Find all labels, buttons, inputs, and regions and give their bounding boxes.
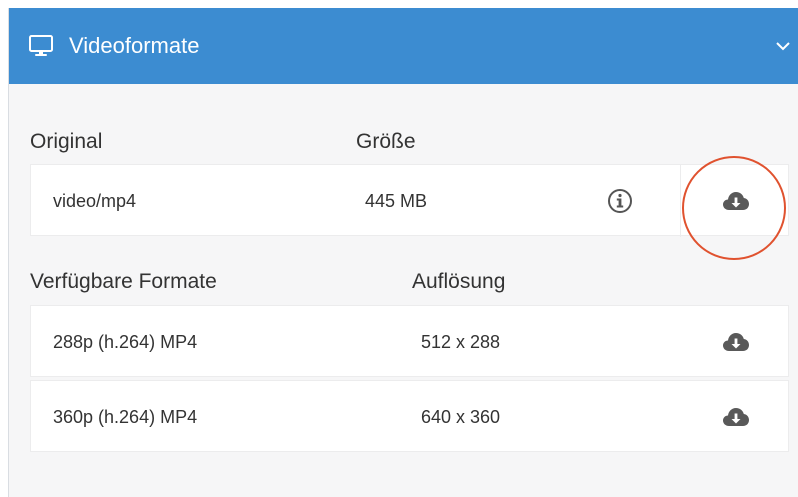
format-resolution: 640 x 360 [421, 407, 501, 427]
format-row: 360p (h.264) MP4 640 x 360 [30, 380, 789, 452]
panel-title: Videoformate [69, 33, 200, 58]
available-formats-label: Verfügbare Formate [30, 270, 217, 293]
row-divider [680, 165, 681, 237]
panel-header[interactable]: Videoformate [9, 8, 798, 84]
original-row: video/mp4 445 MB [30, 164, 789, 237]
format-row: 288p (h.264) MP4 512 x 288 [30, 305, 789, 377]
original-type: video/mp4 [53, 191, 137, 211]
chevron-down-icon[interactable] [775, 38, 791, 54]
original-label: Original [30, 130, 103, 153]
monitor-icon [29, 35, 53, 56]
original-size: 445 MB [365, 191, 428, 211]
resolution-label: Auflösung [412, 270, 506, 293]
format-name: 360p (h.264) MP4 [53, 407, 198, 427]
format-name: 288p (h.264) MP4 [53, 332, 198, 352]
highlight-circle [682, 156, 786, 260]
size-label: Größe [356, 130, 416, 153]
cloud-download-icon[interactable] [722, 406, 750, 428]
video-formats-panel: Videoformate Original Größe video/mp4 44… [8, 8, 798, 497]
info-icon[interactable] [607, 188, 633, 214]
format-resolution: 512 x 288 [421, 332, 501, 352]
cloud-download-icon[interactable] [722, 331, 750, 353]
